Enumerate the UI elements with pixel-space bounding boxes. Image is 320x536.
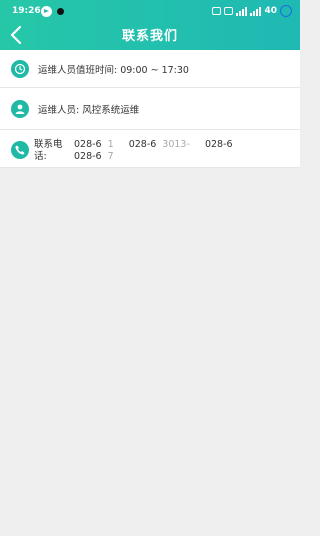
- notification-dot-icon: [57, 8, 64, 15]
- app-header: 19:26 40 联系我们: [0, 0, 300, 50]
- phone-number[interactable]: 028-6 3013-: [129, 139, 196, 150]
- status-left-icons: [41, 6, 64, 17]
- telegram-icon: [41, 6, 52, 17]
- battery-icon: [280, 5, 292, 17]
- phone-row: 联系电话: 028-6 1 028-6 3013- 028-6 028-6 7: [0, 130, 300, 168]
- status-bar: 19:26 40: [0, 0, 300, 22]
- status-right-icons: 40: [212, 0, 292, 22]
- staff-row: 运维人员: 风控系统运维: [0, 88, 300, 130]
- phone-label: 联系电话:: [34, 139, 63, 162]
- signal-icon-2: [250, 6, 262, 16]
- phone-icon: [11, 141, 29, 159]
- contact-card: 运维人员值班时间: 09:00 ~ 17:30 运维人员: 风控系统运维 联系电…: [0, 50, 300, 168]
- alarm-icon: [212, 7, 222, 15]
- nav-bar: 联系我们: [0, 22, 300, 50]
- wifi-icon: [224, 7, 234, 15]
- clock-icon: [11, 60, 29, 78]
- user-icon: [11, 100, 29, 118]
- staff-text: 运维人员: 风控系统运维: [38, 105, 140, 116]
- duty-time-text: 运维人员值班时间: 09:00 ~ 17:30: [38, 65, 189, 76]
- phone-number[interactable]: 028-6 7: [74, 151, 120, 162]
- page-title: 联系我们: [121, 29, 178, 44]
- phone-number[interactable]: 028-6: [205, 139, 233, 150]
- phone-number[interactable]: 028-6 1: [74, 139, 120, 150]
- battery-level: 40: [264, 6, 277, 16]
- phone-list: 028-6 1 028-6 3013- 028-6 028-6 7: [74, 139, 294, 163]
- status-time: 19:26: [12, 6, 41, 16]
- duty-time-row: 运维人员值班时间: 09:00 ~ 17:30: [0, 50, 300, 88]
- signal-icon: [236, 6, 248, 16]
